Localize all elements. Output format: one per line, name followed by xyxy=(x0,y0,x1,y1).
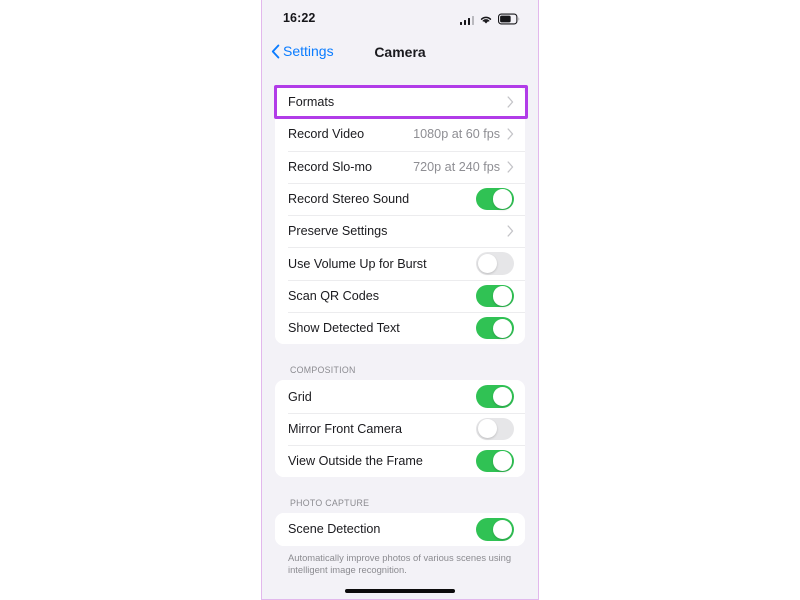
toggle-knob xyxy=(493,519,513,540)
row-label: Formats xyxy=(288,95,335,110)
toggle-show-detected-text[interactable] xyxy=(476,316,514,340)
row-formats[interactable]: Formats xyxy=(275,86,525,119)
navigation-bar: Settings Camera xyxy=(262,38,538,72)
row-value: 720p at 240 fps xyxy=(413,159,500,174)
wifi-icon xyxy=(480,16,492,24)
toggle-scan-qr-codes[interactable] xyxy=(476,284,514,308)
row-label: Scan QR Codes xyxy=(288,288,379,303)
toggle-knob xyxy=(477,253,497,274)
row-record-video[interactable]: Record Video 1080p at 60 fps xyxy=(275,118,525,151)
row-label: Record Slo-mo xyxy=(288,159,372,174)
settings-group-2: Scene Detection xyxy=(275,513,525,546)
row-label: Record Stereo Sound xyxy=(288,192,410,207)
toggle-use-volume-up-for-burst[interactable] xyxy=(476,252,514,275)
row-label: Scene Detection xyxy=(288,522,381,537)
toggle-view-outside-the-frame[interactable] xyxy=(476,449,514,473)
status-bar-time: 16:22 xyxy=(283,11,316,25)
row-view-outside-the-frame[interactable]: View Outside the Frame xyxy=(275,444,525,478)
toggle-scene-detection[interactable] xyxy=(476,518,514,541)
row-preserve-settings[interactable]: Preserve Settings xyxy=(275,215,525,248)
settings-group-0: Formats Record Video 1080p at 60 fps Record… xyxy=(275,86,525,345)
battery-icon xyxy=(498,13,520,25)
chevron-right-icon xyxy=(507,161,514,173)
section-header-photo-capture: PHOTO CAPTURE xyxy=(290,498,370,509)
row-use-volume-up-for-burst[interactable]: Use Volume Up for Burst xyxy=(275,247,525,280)
row-grid[interactable]: Grid xyxy=(275,380,525,413)
toggle-knob xyxy=(493,189,513,209)
list-top-spacer xyxy=(262,72,538,86)
row-mirror-front-camera[interactable]: Mirror Front Camera xyxy=(275,412,525,445)
row-label: Record Video xyxy=(288,127,365,142)
toggle-knob xyxy=(477,419,497,439)
page-title: Camera xyxy=(374,44,426,60)
row-scene-detection[interactable]: Scene Detection xyxy=(275,513,525,546)
settings-list: Formats Record Video 1080p at 60 fps Record… xyxy=(262,72,538,581)
row-label: View Outside the Frame xyxy=(288,454,423,469)
row-value: 1080p at 60 fps xyxy=(413,127,500,142)
settings-group-1: Grid Mirror Front Camera View Outside the … xyxy=(275,380,525,478)
section-header-composition: COMPOSITION xyxy=(290,365,356,376)
chevron-right-icon xyxy=(507,225,514,237)
chevron-right-icon xyxy=(507,96,514,108)
status-bar: 16:22 xyxy=(262,0,538,38)
toggle-knob xyxy=(493,451,513,471)
toggle-knob xyxy=(493,318,513,338)
row-record-stereo-sound[interactable]: Record Stereo Sound xyxy=(275,182,525,216)
row-show-detected-text[interactable]: Show Detected Text xyxy=(275,312,525,345)
toggle-knob xyxy=(493,286,513,306)
screenshot-canvas: 16:22 Settings Camera Formats Record Vid… xyxy=(0,0,800,600)
row-label: Mirror Front Camera xyxy=(288,421,403,436)
cellular-signal-icon xyxy=(459,15,474,25)
row-label: Grid xyxy=(288,389,312,404)
row-scan-qr-codes[interactable]: Scan QR Codes xyxy=(275,279,525,313)
chevron-right-icon xyxy=(507,128,514,141)
section-footer-photo-capture: Automatically improve photos of various … xyxy=(288,551,512,575)
row-label: Use Volume Up for Burst xyxy=(288,256,427,271)
status-bar-icons xyxy=(459,12,521,25)
toggle-record-stereo-sound[interactable] xyxy=(476,187,514,211)
row-label: Preserve Settings xyxy=(288,224,388,239)
phone-frame: 16:22 Settings Camera Formats Record Vid… xyxy=(261,0,539,600)
toggle-knob xyxy=(493,386,513,407)
toggle-mirror-front-camera[interactable] xyxy=(476,417,514,441)
row-label: Show Detected Text xyxy=(288,321,400,336)
home-indicator xyxy=(345,588,455,593)
row-record-slo-mo[interactable]: Record Slo-mo 720p at 240 fps xyxy=(275,150,525,183)
toggle-grid[interactable] xyxy=(476,385,514,408)
